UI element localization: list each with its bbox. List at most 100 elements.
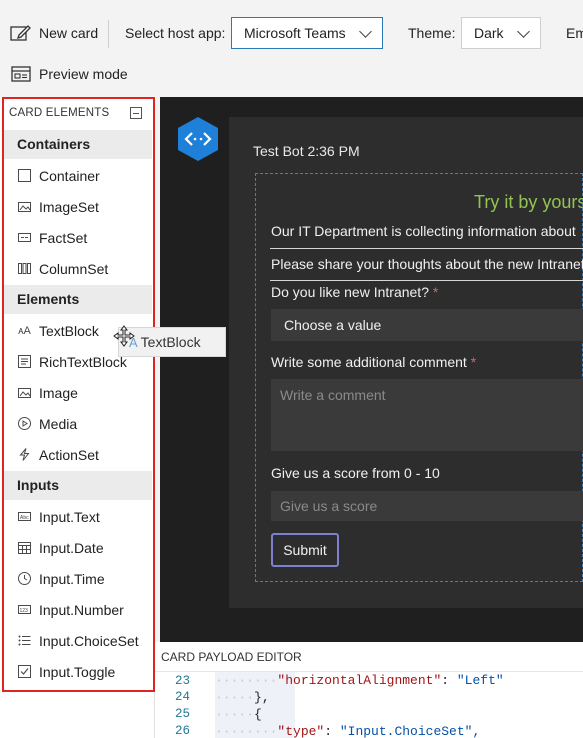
code-value: "Left" [456,673,504,688]
payload-editor-header: CARD PAYLOAD EDITOR [155,642,583,672]
card-title: Try it by yourse [474,192,583,212]
imageset-icon [18,200,31,213]
drag-ghost-label: TextBlock [140,334,201,350]
palette-item-label: FactSet [39,229,88,246]
code-punctuation: }, [254,690,270,705]
code-key: "horizontalAlignment" [277,673,442,688]
comment-textarea[interactable]: Write a comment [271,379,583,451]
line-number: 24 [175,690,191,704]
svg-text:123: 123 [20,608,29,614]
category-elements: Elements [4,285,152,314]
new-card-label: New card [39,25,99,41]
image-icon [18,386,31,399]
palette-item-input-time[interactable]: Input.Time [4,563,152,594]
palette-item-columnset[interactable]: ColumnSet [4,253,152,284]
q3-label: Give us a score from 0 - 10 [271,465,440,481]
bot-meta: Test Bot 2:36 PM [253,143,360,159]
input-date-icon [18,541,31,554]
preview-mode-icon [11,66,31,82]
palette-item-input-choiceset[interactable]: Input.ChoiceSet [4,625,152,656]
line-number: 26 [175,724,191,738]
palette-item-imageset[interactable]: ImageSet [4,191,152,222]
score-input[interactable]: Give us a score [271,491,583,521]
q2-label: Write some additional comment * [271,354,476,370]
media-icon [18,417,31,430]
code-line-26: ········"type": "Input.ChoiceSet", [215,724,481,738]
palette-item-label: Media [39,415,78,432]
palette-item-label: ColumnSet [39,260,109,277]
bot-avatar-icon [178,117,218,161]
palette-item-input-number[interactable]: 123 Input.Number [4,594,152,625]
chevron-down-icon [517,25,530,38]
collapse-panel-icon[interactable] [130,107,142,119]
preview-mode-label: Preview mode [39,66,128,82]
divider [270,280,583,281]
palette-item-container[interactable]: Container [4,160,152,191]
theme-value: Dark [474,25,504,41]
divider [270,248,583,249]
host-app-value: Microsoft Teams [244,25,346,41]
q2-label-text: Write some additional comment [271,354,467,370]
input-text-icon: Abc [18,510,31,523]
toolbar-row: New card Select host app: Microsoft Team… [0,14,583,54]
payload-editor[interactable]: 23 24 25 26 ········"horizontalAlignment… [155,672,583,738]
host-app-select[interactable]: Microsoft Teams [231,17,383,49]
q1-label-text: Do you like new Intranet? [271,284,429,300]
palette-item-input-text[interactable]: Abc Input.Text [4,501,152,532]
code-value: "Input.ChoiceSet", [339,724,481,738]
toolbar-row-2: Preview mode [0,60,583,90]
code-key: "type" [277,724,325,738]
palette-item-image[interactable]: Image [4,377,152,408]
palette-item-label: ImageSet [39,198,99,215]
move-cursor-icon [113,325,135,347]
input-time-icon [18,572,31,585]
theme-label: Theme: [408,25,456,41]
palette-item-factset[interactable]: FactSet [4,222,152,253]
line-number: 23 [175,674,191,688]
card-elements-header: CARD ELEMENTS [9,107,110,119]
palette-item-label: Input.Toggle [39,663,116,680]
code-line-24: ·····}, [215,690,270,705]
factset-icon [18,231,31,244]
container-icon [18,169,31,182]
select-host-label: Select host app: [125,25,226,41]
category-containers: Containers [4,130,152,159]
palette-item-label: Input.Time [39,570,105,587]
palette-item-label: Input.Number [39,601,124,618]
q1-label: Do you like new Intranet? * [271,284,438,300]
preview-mode-button[interactable]: Preview mode [11,66,128,82]
card-elements-panel: CARD ELEMENTS Containers Container Image… [0,97,155,738]
richtextblock-icon [18,355,31,368]
palette-item-input-date[interactable]: Input.Date [4,532,152,563]
theme-select[interactable]: Dark [461,17,541,49]
choice-select[interactable]: Choose a value [271,309,583,341]
palette-item-label: Input.ChoiceSet [39,632,139,649]
input-toggle-icon [18,665,31,678]
palette-item-label: ActionSet [39,446,99,463]
required-marker: * [470,354,477,370]
code-line-25: ·····{ [215,707,262,722]
palette-item-input-toggle[interactable]: Input.Toggle [4,656,152,687]
new-card-button[interactable]: New card [10,24,98,42]
actionset-icon [18,448,31,461]
palette-item-label: Container [39,167,100,184]
palette-item-label: Input.Text [39,508,100,525]
toolbar: New card Select host app: Microsoft Team… [0,0,583,96]
code-line-23: ········"horizontalAlignment": "Left" [215,673,504,688]
intro-text: Our IT Department is collecting informat… [271,223,576,239]
emulate-button[interactable]: Em [566,25,583,41]
palette-item-label: RichTextBlock [39,353,127,370]
chevron-down-icon [359,25,372,38]
input-choiceset-icon [18,634,31,647]
palette-item-label: Image [39,384,78,401]
palette-item-media[interactable]: Media [4,408,152,439]
code-punctuation: { [254,707,262,722]
prompt-text: Please share your thoughts about the new… [271,256,583,272]
submit-button[interactable]: Submit [271,533,339,567]
palette-item-label: Input.Date [39,539,104,556]
line-number: 25 [175,707,191,721]
svg-text:Abc: Abc [20,515,29,521]
category-inputs: Inputs [4,471,152,500]
palette-item-actionset[interactable]: ActionSet [4,439,152,470]
required-marker: * [432,284,439,300]
